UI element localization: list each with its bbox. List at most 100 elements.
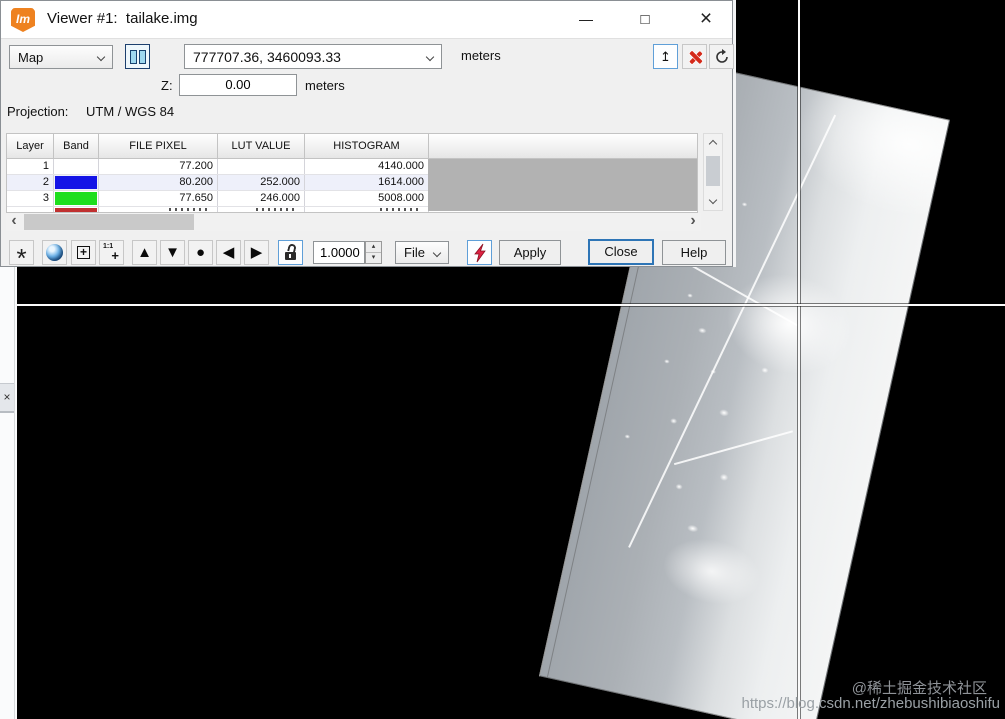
header-filler: [429, 134, 697, 158]
plus-icon: +: [111, 248, 119, 263]
table-horizontal-scrollbar[interactable]: ‹ ›: [6, 213, 701, 231]
scale-stepper[interactable]: ▴ ▾: [365, 241, 382, 264]
refresh-button[interactable]: [709, 44, 734, 69]
z-value-field[interactable]: 0.00: [179, 74, 297, 96]
close-button[interactable]: Close: [588, 239, 654, 265]
map-mode-dropdown[interactable]: Map: [9, 45, 113, 69]
cell-file-pixel: 77.200: [99, 159, 218, 174]
scroll-left-icon[interactable]: ‹: [6, 213, 22, 231]
cell-file-pixel: 80.200: [99, 175, 218, 190]
cell-layer: 1: [7, 159, 54, 174]
z-units-label: meters: [305, 78, 345, 93]
center-point-button[interactable]: ●: [188, 240, 213, 265]
window-title: Viewer #1: tailake.img: [47, 10, 198, 27]
table-header-row: Layer Band FILE PIXEL LUT VALUE HISTOGRA…: [7, 134, 697, 159]
chevron-down-icon: [432, 248, 442, 258]
z-label: Z:: [161, 78, 173, 93]
close-window-button[interactable]: ×: [683, 1, 729, 38]
header-layer[interactable]: Layer: [7, 134, 54, 158]
minimize-icon: [579, 20, 593, 21]
move-left-button[interactable]: ◀: [216, 240, 241, 265]
cell-layer: 3: [7, 191, 54, 206]
triangle-up-icon: ▲: [137, 244, 152, 261]
triangle-down-icon: ▼: [165, 244, 180, 261]
spin-down-icon[interactable]: ▾: [366, 253, 381, 264]
auto-apply-button[interactable]: [467, 240, 492, 265]
band-swatch: [55, 192, 97, 205]
square-plus-icon: +: [77, 246, 90, 259]
scroll-up-icon[interactable]: [708, 139, 718, 149]
maximize-button[interactable]: □: [623, 1, 667, 38]
scroll-down-icon[interactable]: [708, 195, 718, 205]
chevron-down-icon: [96, 52, 106, 62]
cell-histogram: 5008.000: [305, 191, 429, 206]
apply-button[interactable]: Apply: [499, 240, 561, 265]
flash-cursor-button[interactable]: *: [9, 240, 34, 273]
center-view-button[interactable]: +: [71, 240, 96, 265]
split-panes-icon: [130, 50, 137, 64]
cell-lut-value: 246.000: [218, 191, 305, 206]
band-color-swatch: [54, 207, 99, 212]
cell-lut-value: [218, 159, 305, 174]
scroll-right-icon[interactable]: ›: [685, 213, 701, 231]
units-label: meters: [461, 48, 501, 63]
band-swatch: [55, 160, 97, 173]
watermark-url: https://blog.csdn.net/zhebushibiaoshifu: [741, 695, 1000, 712]
refresh-icon: [715, 49, 728, 63]
cell-file-pixel: [99, 207, 218, 212]
file-dropdown[interactable]: File: [395, 241, 449, 264]
move-right-button[interactable]: ▶: [244, 240, 269, 265]
cell-layer: 2: [7, 175, 54, 190]
cell-file-pixel: 77.650: [99, 191, 218, 206]
cell-histogram: 1614.000: [305, 175, 429, 190]
asterisk-icon: *: [16, 243, 27, 273]
scrollbar-thumb[interactable]: [24, 214, 194, 230]
close-icon: ×: [3, 390, 11, 404]
viewer-split-line-horizontal[interactable]: [17, 304, 1005, 306]
cell-lut-value: 252.000: [218, 175, 305, 190]
delete-button[interactable]: [682, 44, 707, 69]
header-band[interactable]: Band: [54, 134, 99, 158]
one-to-one-zoom-button[interactable]: 1:1 +: [99, 240, 124, 265]
table-vertical-scrollbar[interactable]: [703, 133, 723, 211]
red-x-icon: [689, 51, 701, 63]
cell-histogram: [305, 207, 429, 212]
move-down-button[interactable]: ▼: [160, 240, 185, 265]
band-color-swatch: [54, 175, 99, 190]
triangle-left-icon: ◀: [222, 244, 235, 261]
split-panes-icon: [139, 50, 146, 64]
band-color-swatch: [54, 191, 99, 206]
lightning-icon: [473, 243, 486, 263]
clipped-digits: [256, 208, 298, 211]
viewer-dialog-window: Im Viewer #1: tailake.img □ × Map 777707…: [0, 0, 734, 273]
projection-label: Projection:: [7, 104, 69, 119]
unlock-icon: [285, 252, 296, 260]
scrollbar-thumb[interactable]: [706, 156, 720, 186]
globe-icon: [46, 244, 63, 261]
header-lut-value[interactable]: LUT VALUE: [218, 134, 305, 158]
split-view-button[interactable]: [125, 44, 150, 69]
imagine-logo-icon: Im: [11, 8, 35, 32]
spin-up-icon[interactable]: ▴: [366, 242, 381, 253]
scale-value-field[interactable]: 1.0000: [313, 241, 365, 264]
title-bar[interactable]: Im Viewer #1: tailake.img □ ×: [1, 1, 732, 39]
cell-lut-value: [218, 207, 305, 212]
side-panel-close-button[interactable]: ×: [0, 383, 14, 413]
header-file-pixel[interactable]: FILE PIXEL: [99, 134, 218, 158]
coordinate-dropdown[interactable]: 777707.36, 3460093.33: [184, 44, 442, 69]
viewer-split-line-vertical[interactable]: [798, 0, 800, 719]
screen: × @稀土掘金技术社区 https://blog.csdn.net/zhebus…: [0, 0, 1005, 719]
clipped-digits: [380, 208, 422, 211]
google-earth-button[interactable]: [42, 240, 67, 265]
header-histogram[interactable]: HISTOGRAM: [305, 134, 429, 158]
band-swatch: [55, 208, 97, 212]
histogram-display-area: [428, 159, 697, 211]
clipped-digits: [169, 208, 211, 211]
move-up-button[interactable]: ▲: [132, 240, 157, 265]
coordinate-value: 777707.36, 3460093.33: [193, 49, 341, 65]
lock-toggle-button[interactable]: [278, 240, 303, 265]
help-button[interactable]: Help: [662, 240, 726, 265]
minimize-button[interactable]: [564, 1, 608, 38]
map-mode-value: Map: [18, 50, 44, 65]
inquire-cursor-button[interactable]: ↥: [653, 44, 678, 69]
